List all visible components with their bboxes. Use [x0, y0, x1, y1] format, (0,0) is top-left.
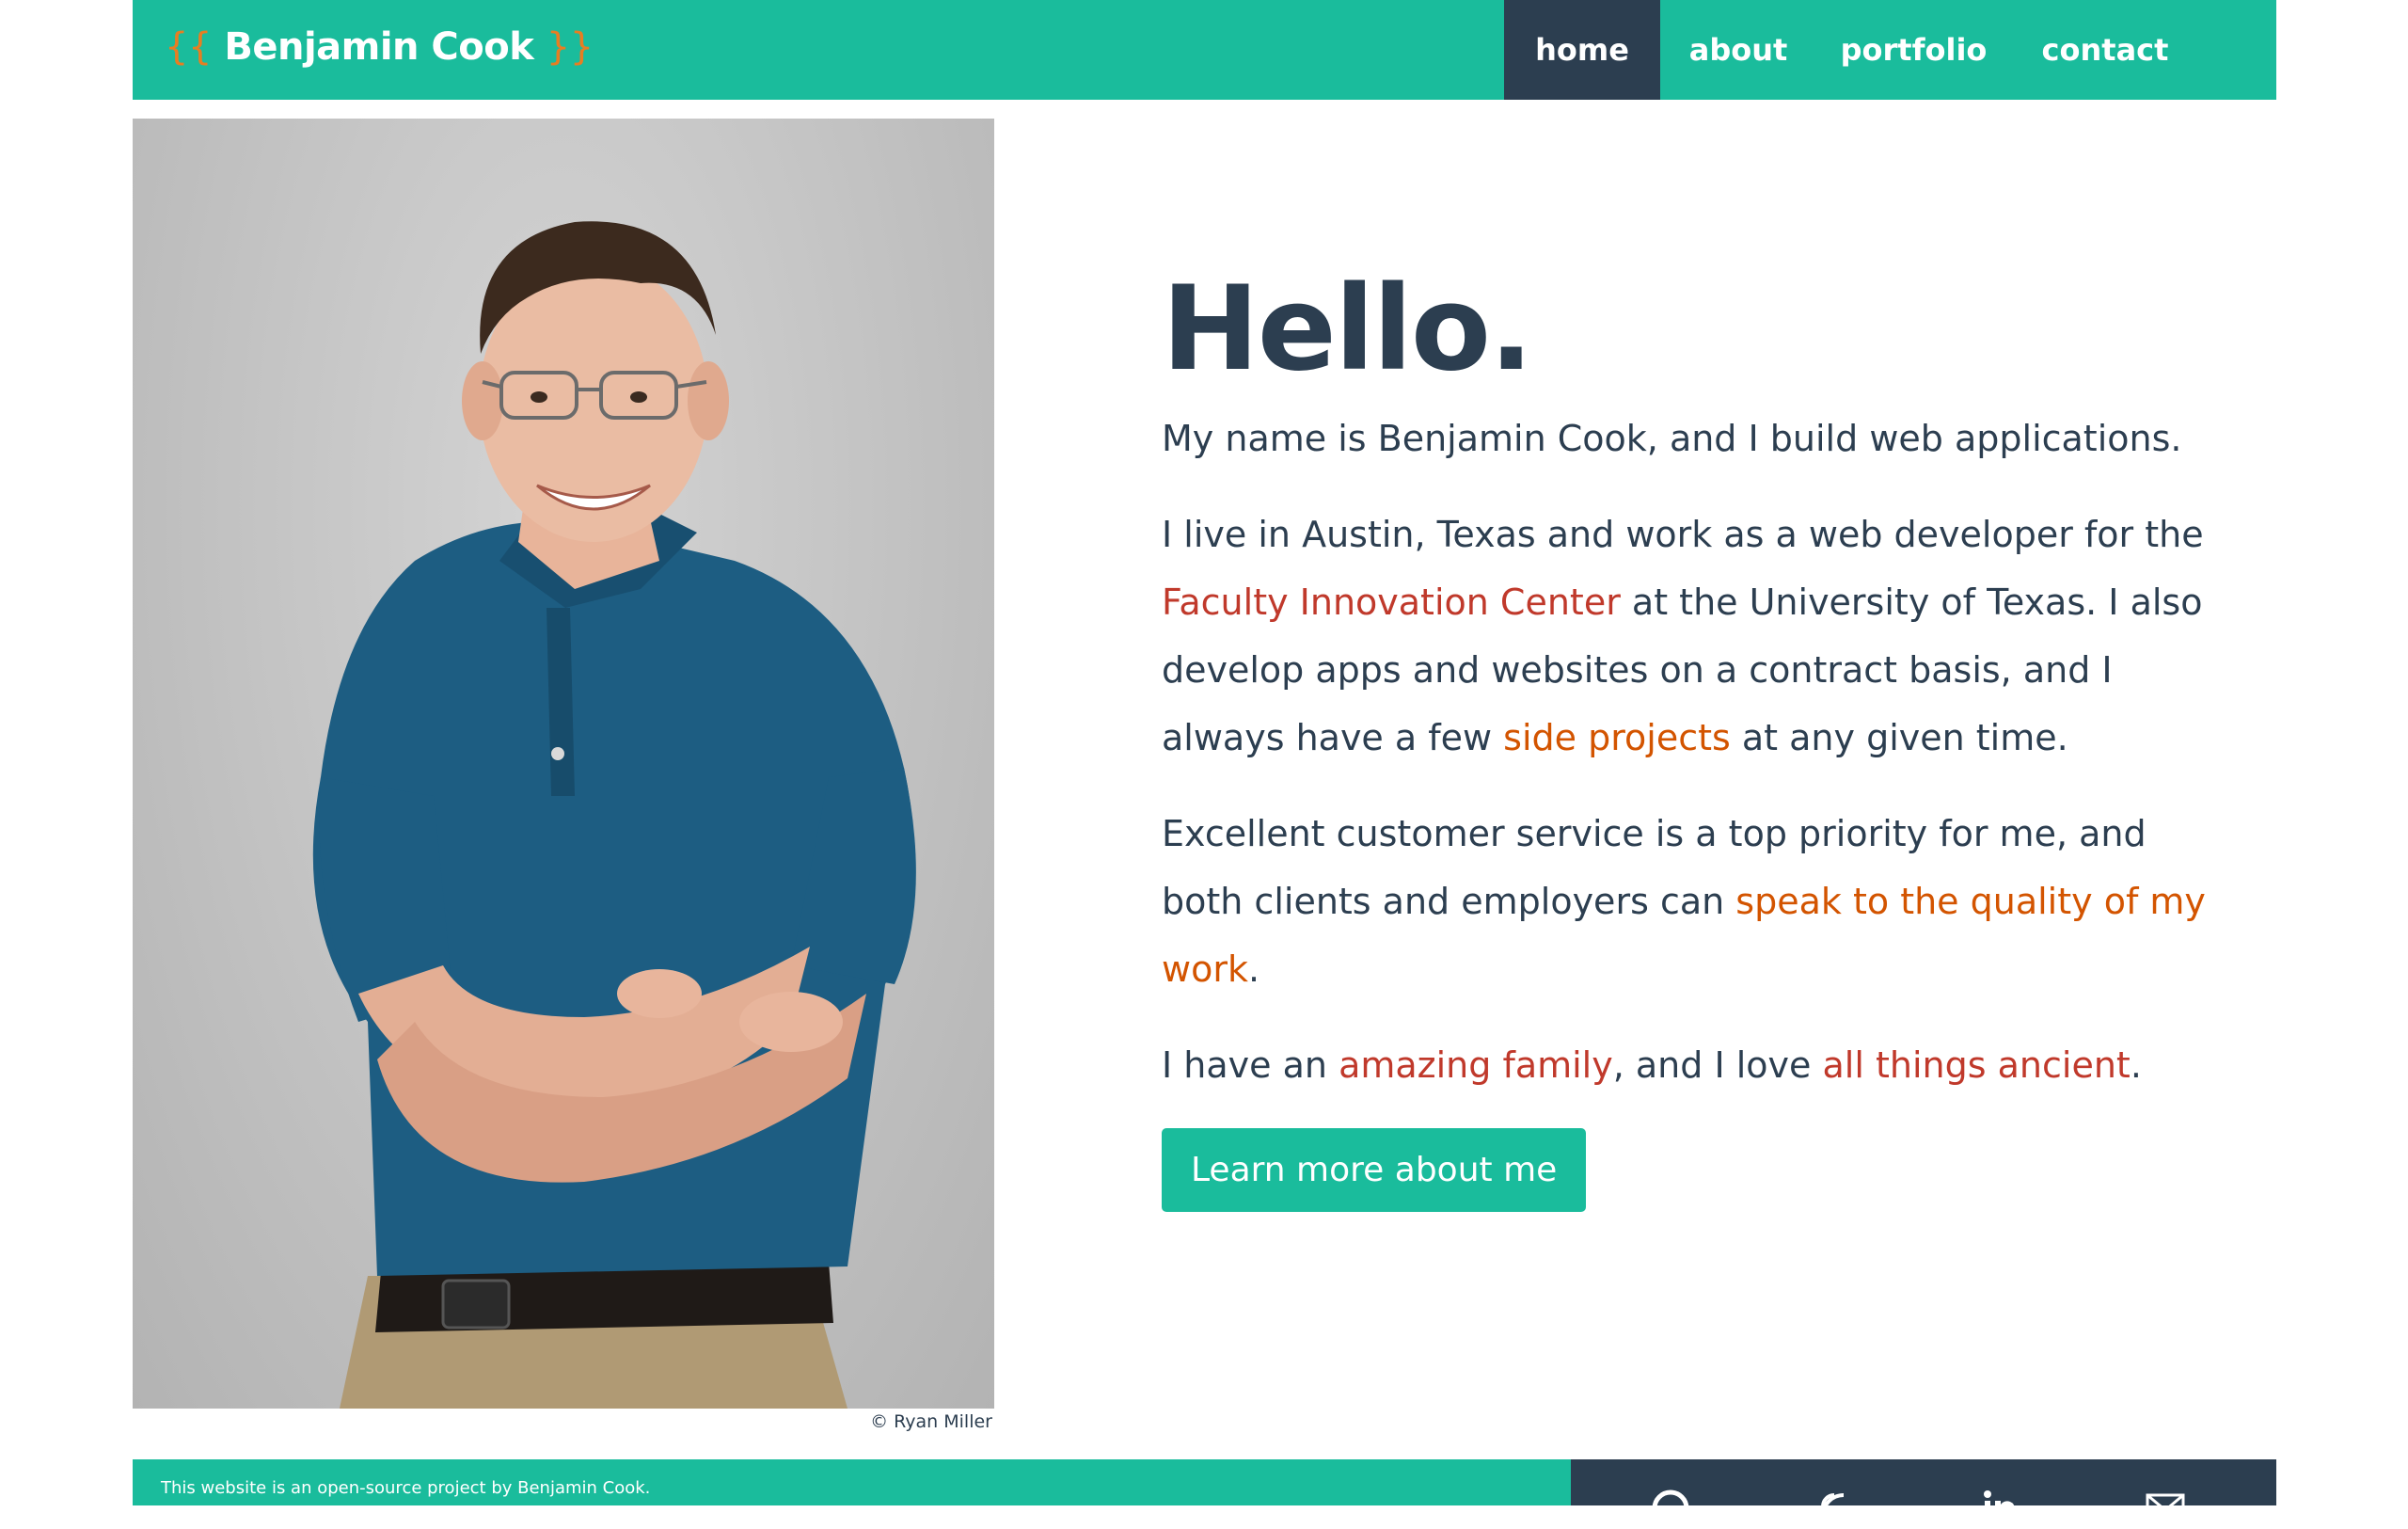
intro-paragraph-work: I live in Austin, Texas and work as a we… [1162, 501, 2206, 772]
intro-paragraph-service: Excellent customer service is a top prio… [1162, 800, 2206, 1003]
all-things-ancient-link[interactable]: all things ancient [1823, 1044, 2131, 1086]
text-segment: I have an [1162, 1044, 1339, 1086]
text-segment: , and I love [1612, 1044, 1823, 1086]
intro-section: Hello. My name is Benjamin Cook, and I b… [1162, 254, 2206, 1212]
text-segment: at any given time. [1730, 717, 2068, 758]
navbar: {{ Benjamin Cook }} home about portfolio… [133, 0, 2276, 100]
intro-lead: My name is Benjamin Cook, and I build we… [1162, 418, 2182, 459]
page-container: {{ Benjamin Cook }} home about portfolio… [133, 0, 2276, 1527]
text-segment: I live in Austin, Texas and work as a we… [1162, 514, 2204, 555]
faculty-innovation-center-link[interactable]: Faculty Innovation Center [1162, 581, 1621, 623]
learn-more-button[interactable]: Learn more about me [1162, 1128, 1587, 1212]
linkedin-icon[interactable] [1979, 1488, 2020, 1529]
footer-info: This website is an open-source project b… [133, 1459, 1571, 1505]
nav-item-about[interactable]: about [1660, 0, 1816, 100]
brand-open-brace: {{ [165, 25, 212, 69]
footer-social [1571, 1459, 2276, 1527]
intro-paragraph-family: I have an amazing family, and I love all… [1162, 1031, 2206, 1099]
brand-logo[interactable]: {{ Benjamin Cook }} [165, 0, 594, 100]
text-segment: . [2130, 1044, 2142, 1086]
email-icon[interactable] [2145, 1488, 2186, 1529]
nav-item-contact[interactable]: contact [2011, 0, 2199, 100]
portrait-illustration [312, 221, 916, 1409]
amazing-family-link[interactable]: amazing family [1339, 1044, 1613, 1086]
main-nav: home about portfolio contact [1504, 0, 2199, 100]
page-title: Hello. [1162, 262, 1533, 397]
github-icon[interactable] [1650, 1488, 1691, 1529]
brand-name: Benjamin Cook [224, 25, 534, 69]
rss-icon[interactable] [1815, 1488, 1857, 1529]
nav-item-home[interactable]: home [1504, 0, 1660, 100]
side-projects-link[interactable]: side projects [1503, 717, 1731, 758]
brand-close-brace: }} [546, 25, 594, 69]
text-segment: . [1247, 948, 1260, 990]
portrait-photo [133, 119, 994, 1409]
photo-credit: © Ryan Miller [870, 1411, 992, 1432]
nav-item-portfolio[interactable]: portfolio [1816, 0, 2011, 100]
footer-text: This website is an open-source project b… [161, 1478, 651, 1498]
